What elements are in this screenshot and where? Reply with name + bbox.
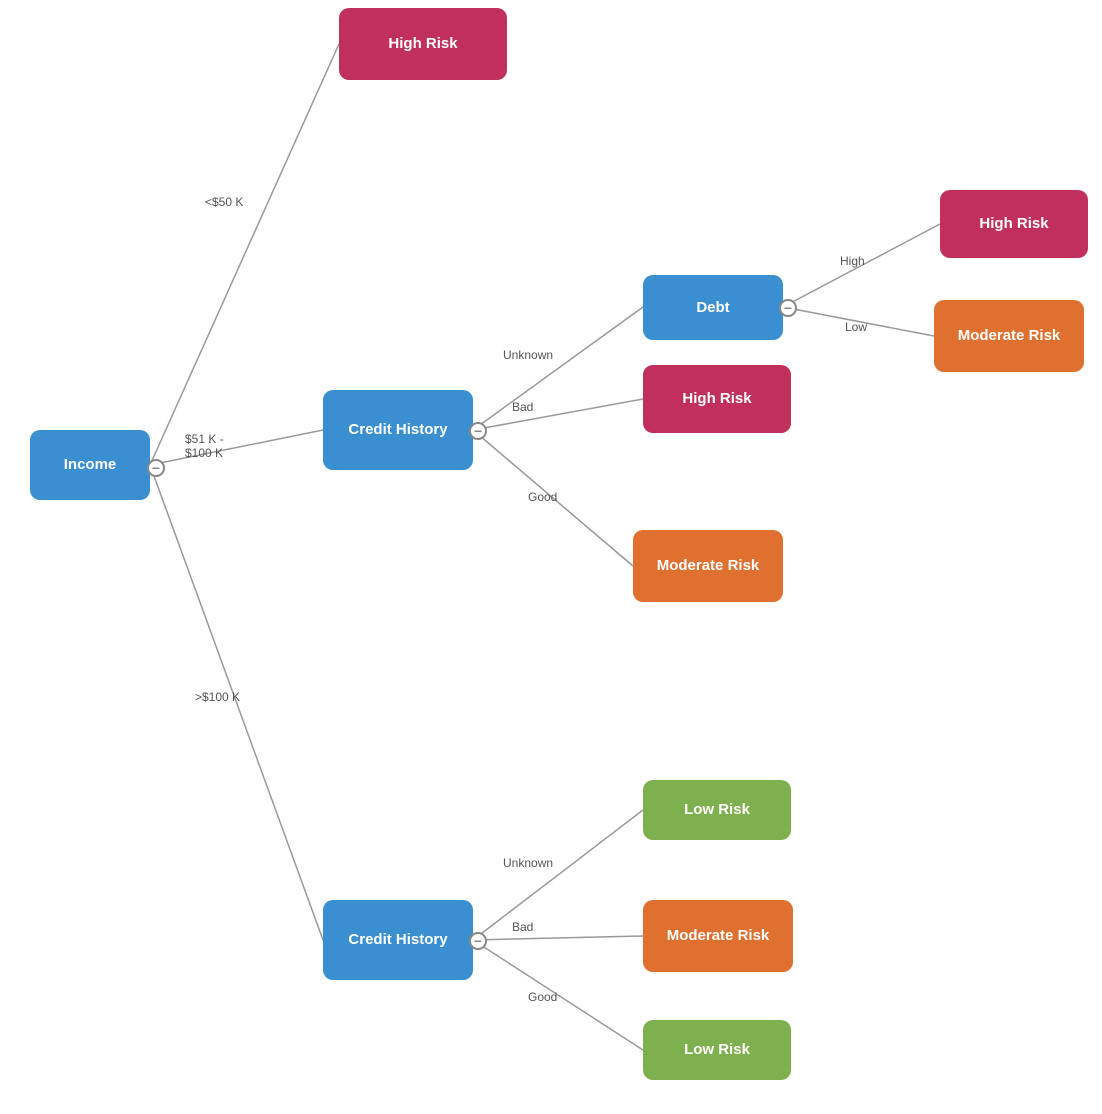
tree-lines [0,0,1102,1114]
moderate-risk-debt-low-node[interactable]: Moderate Risk [934,300,1084,372]
high-risk-debt-high-node[interactable]: High Risk [940,190,1088,258]
low-risk-bottom-node[interactable]: Low Risk [643,1020,791,1080]
high-risk-top-node[interactable]: High Risk [339,8,507,80]
label-lt50k: <$50 K [205,195,243,209]
debt-minus: − [779,299,797,317]
label-high-debt: High [840,254,865,268]
income-node[interactable]: Income [30,430,150,500]
label-bad-bot: Bad [512,920,533,934]
debt-node[interactable]: Debt [643,275,783,340]
moderate-risk-mid-node[interactable]: Moderate Risk [633,530,783,602]
label-low-debt: Low [845,320,867,334]
low-risk-top-node[interactable]: Low Risk [643,780,791,840]
label-unknown-bot: Unknown [503,856,553,870]
label-bad-mid: Bad [512,400,533,414]
high-risk-mid-node[interactable]: High Risk [643,365,791,433]
credit-history-bottom-node[interactable]: Credit History [323,900,473,980]
moderate-risk-bottom-node[interactable]: Moderate Risk [643,900,793,972]
income-minus: − [147,459,165,477]
label-good-mid: Good [528,490,557,504]
credit-history-mid-node[interactable]: Credit History [323,390,473,470]
label-gt100k: >$100 K [195,690,240,704]
decision-tree: Income − High Risk Credit History − Debt… [0,0,1102,1114]
credit-history-mid-minus: − [469,422,487,440]
credit-history-bottom-minus: − [469,932,487,950]
label-good-bot: Good [528,990,557,1004]
label-51-100k: $51 K -$100 K [185,432,224,460]
label-unknown-mid: Unknown [503,348,553,362]
